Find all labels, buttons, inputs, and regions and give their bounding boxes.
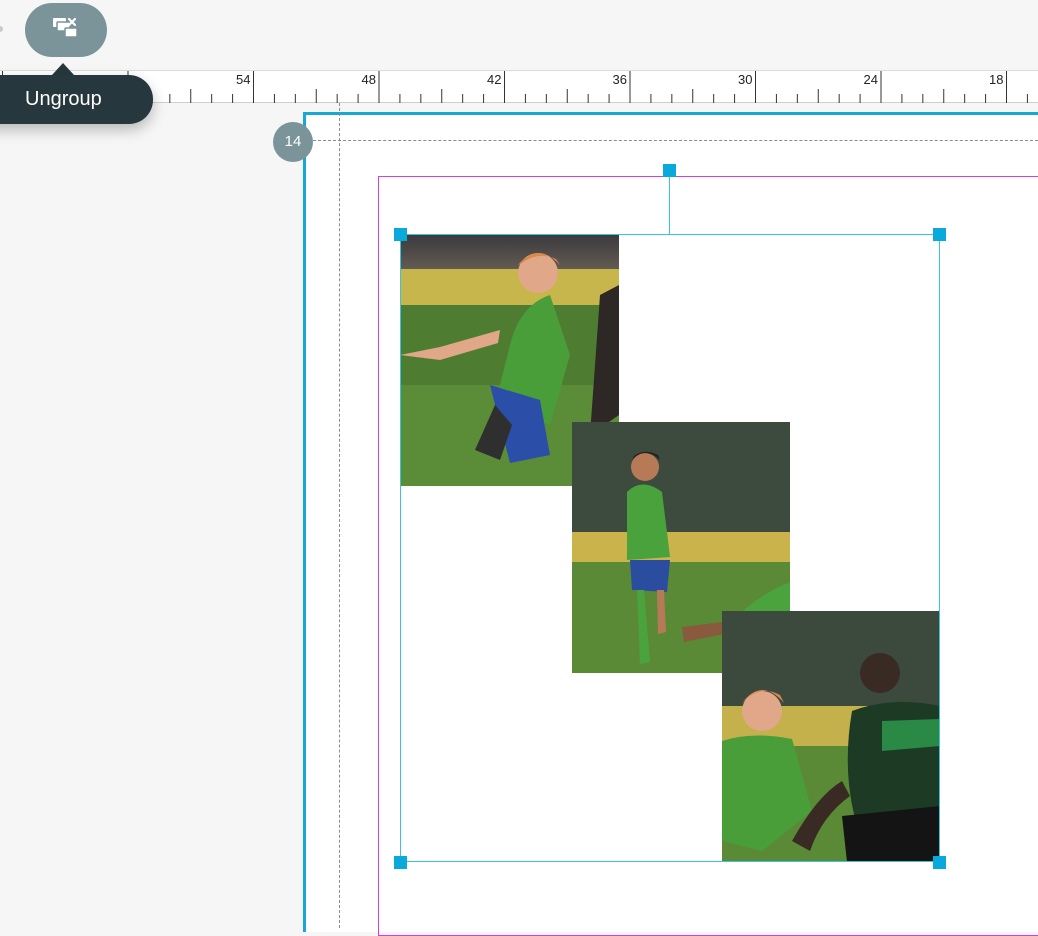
tooltip-arrow (52, 63, 74, 75)
resize-handle-top-left[interactable] (394, 228, 407, 241)
resize-handle-bottom-right[interactable] (933, 856, 946, 869)
group-selection-box[interactable] (400, 234, 940, 862)
ungroup-tooltip: Ungroup (0, 75, 153, 124)
horizontal-ruler[interactable]: 6054484236302418 (0, 70, 1038, 104)
ruler-label: 54 (236, 72, 250, 87)
resize-handle-bottom-left[interactable] (394, 856, 407, 869)
ruler-ticks: 6054484236302418 (2, 71, 1028, 104)
ruler-label: 30 (738, 72, 752, 87)
resize-handle-top-right[interactable] (933, 228, 946, 241)
toolbar-separator-dot (0, 26, 3, 32)
ruler-label: 24 (864, 72, 878, 87)
vertical-guide-line[interactable] (339, 103, 340, 928)
ruler-label: 18 (989, 72, 1003, 87)
top-toolbar (0, 0, 1038, 70)
ungroup-icon (51, 15, 81, 46)
ungroup-button[interactable] (25, 3, 107, 57)
ruler-label: 42 (487, 72, 501, 87)
ruler-label: 36 (613, 72, 627, 87)
ruler-label: 48 (362, 72, 376, 87)
horizontal-guide-line[interactable] (313, 140, 1038, 141)
page-number-badge: 14 (273, 122, 313, 162)
rotation-handle-line (669, 175, 670, 234)
rotate-handle[interactable] (663, 164, 676, 177)
